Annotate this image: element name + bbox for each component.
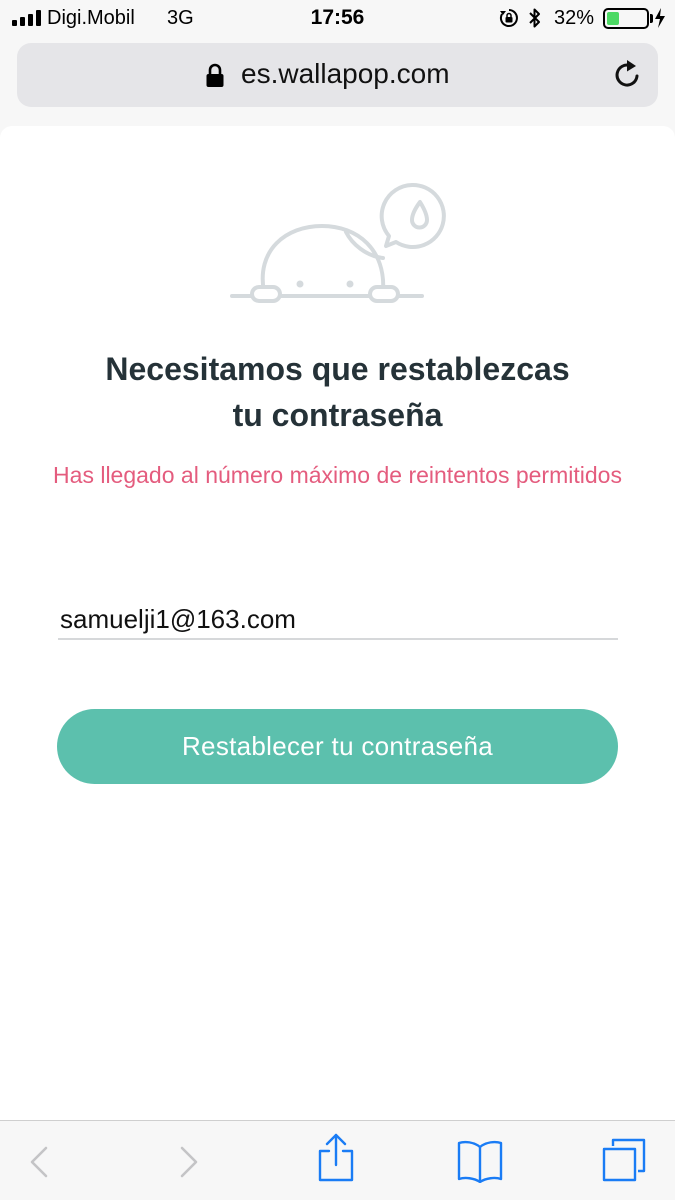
reset-password-button[interactable]: Restablecer tu contraseña — [57, 709, 618, 784]
page-title-line-1: Necesitamos que restablezcas — [105, 351, 570, 387]
url-text: es.wallapop.com — [241, 58, 450, 89]
share-icon[interactable] — [315, 1133, 357, 1183]
page-title-line-2: tu contraseña — [232, 397, 443, 433]
rotation-lock-icon — [499, 9, 518, 27]
forward-icon[interactable] — [178, 1145, 200, 1179]
turtle-illustration-icon — [230, 182, 446, 303]
status-bar: Digi.Mobil 3G 17:56 32% — [0, 0, 675, 38]
tabs-icon[interactable] — [601, 1137, 647, 1183]
charging-bolt-icon — [655, 8, 665, 28]
bluetooth-icon — [529, 8, 540, 28]
page-title: Necesitamos que restablezcas tu contrase… — [30, 346, 645, 438]
battery-percent: 32% — [554, 7, 595, 29]
reload-icon[interactable] — [611, 59, 643, 91]
reset-password-card: Necesitamos que restablezcas tu contrase… — [0, 126, 675, 1120]
battery-icon — [603, 8, 649, 29]
error-message: Has llegado al número máximo de reintent… — [53, 462, 622, 488]
address-bar[interactable]: es.wallapop.com — [17, 43, 658, 107]
back-icon[interactable] — [28, 1145, 50, 1179]
bookmarks-icon[interactable] — [456, 1139, 504, 1183]
secure-lock-icon — [206, 63, 224, 87]
browser-toolbar — [0, 1120, 675, 1200]
battery-tip — [650, 14, 653, 23]
email-field[interactable] — [58, 600, 618, 640]
battery-level-fill — [607, 12, 620, 25]
